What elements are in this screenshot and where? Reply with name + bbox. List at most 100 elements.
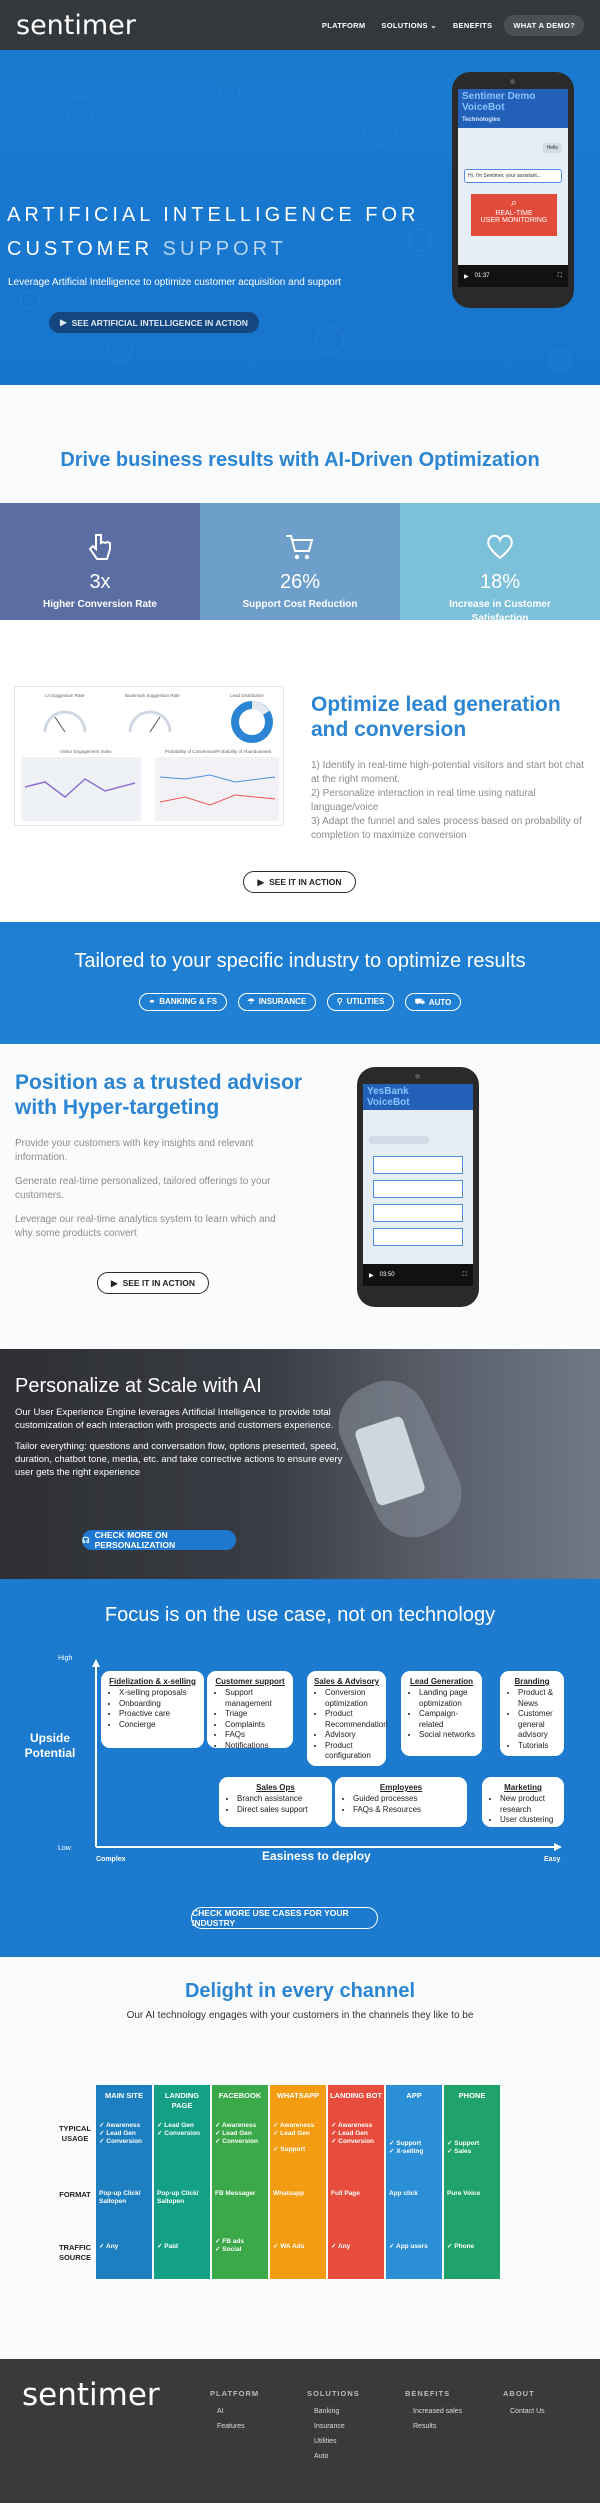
focus-cta-button[interactable]: CHECK MORE USE CASES FOR YOUR INDUSTRY: [191, 1907, 378, 1929]
fullscreen-icon[interactable]: ⛶: [463, 1272, 467, 1279]
usecase-title: Sales Ops: [256, 1783, 295, 1792]
channel-head: MAIN SITE: [105, 2091, 143, 2100]
usecase-card[interactable]: Sales Ops Branch assistanceDirect sales …: [219, 1777, 332, 1827]
channel-format: Pop-up Click/ Sallopen: [157, 2190, 199, 2205]
usecase-item: Triage: [225, 1709, 287, 1720]
video-controls[interactable]: ▶ 03:50 ⛶: [363, 1264, 473, 1286]
channel-landing-bot: LANDING BOT ✓ Awareness ✓ Lead Gen ✓ Conve…: [328, 2085, 384, 2279]
cart-icon: [286, 535, 314, 560]
advisor-p1: Provide your customers with key insights…: [15, 1138, 254, 1163]
demo-button[interactable]: WHAT A DEMO?: [504, 14, 584, 36]
x-left-label: Complex: [96, 1856, 126, 1863]
tag-label: BANKING & FS: [159, 997, 218, 1006]
offer-card: [373, 1180, 463, 1198]
channel-usage: ✓ Awareness ✓ Lead Gen ✓ Conversion: [96, 2122, 152, 2146]
usecase-title: Lead Generation: [409, 1677, 474, 1686]
usecase-card[interactable]: Branding Product & NewsCustomer general …: [500, 1671, 564, 1756]
usecase-item: Product Recommendation: [325, 1709, 388, 1730]
footer-link[interactable]: Utilities: [314, 2438, 337, 2445]
hand-pointer-icon: [88, 534, 111, 560]
usecase-item: X-selling proposals: [119, 1688, 198, 1699]
usecase-item: Tutorials: [518, 1741, 558, 1752]
nav-solutions[interactable]: SOLUTIONS ⌄: [381, 21, 436, 30]
industry-tags: ⚭ BANKING & FS ☂ INSURANCE ⚲ UTILITIES ⛟ AUT…: [0, 991, 600, 1011]
channel-facebook: FACEBOOK ✓ Awareness ✓ Lead Gen ✓ Conversi…: [212, 2085, 268, 2279]
footer-logo[interactable]: sentimer: [22, 2377, 160, 2413]
optimize-title-line2: and conversion: [311, 718, 467, 741]
phone-banner-line2: VoiceBot: [462, 102, 505, 113]
channel-usage: ✓ Awareness ✓ Lead Gen ✓ Conversion: [328, 2122, 384, 2146]
tag-auto[interactable]: ⛟ AUTO: [404, 993, 462, 1011]
usage-item: ✓ Lead Gen: [273, 2130, 310, 2137]
usecase-item: FAQs & Resources: [353, 1805, 461, 1816]
nav-platform[interactable]: PLATFORM: [322, 21, 366, 30]
site-footer: sentimer PLATFORM AI Features SOLUTIONS …: [0, 2359, 600, 2503]
personalize-text: Our User Experience Engine leverages Art…: [15, 1406, 355, 1479]
hero-cta-button[interactable]: ▶ SEE ARTIFICIAL INTELLIGENCE IN ACTION: [49, 312, 259, 333]
sentimer-logo[interactable]: sentimer: [16, 10, 136, 41]
optimize-point-2: 2) Personalize interaction in real time …: [311, 788, 536, 813]
usecase-title: Customer support: [215, 1677, 285, 1686]
advisor-p2: Generate real-time personalized, tailore…: [15, 1176, 271, 1201]
channel-traffic: ✓ Any: [99, 2243, 119, 2250]
dashboard-charts: [21, 701, 279, 821]
usecase-card[interactable]: Lead Generation Landing page optimizatio…: [401, 1671, 482, 1756]
channel-traffic: ✓ Any: [331, 2243, 351, 2250]
optimize-point-1: 1) Identify in real-time high-potential …: [311, 760, 584, 785]
stats-row: 3x Higher Conversion Rate 26% Support Co…: [0, 503, 600, 624]
usage-item: ✓ Awareness: [331, 2122, 373, 2129]
usecase-card[interactable]: Fidelization & x-selling X-selling propo…: [101, 1671, 204, 1748]
footer-link[interactable]: Insurance: [314, 2423, 345, 2430]
footer-link[interactable]: AI: [217, 2408, 224, 2415]
play-icon[interactable]: ▶: [464, 273, 469, 280]
usecase-item: Onboarding: [119, 1699, 198, 1710]
footer-link[interactable]: Contact Us: [510, 2408, 545, 2415]
usage-item: ✓ Conversion: [157, 2130, 201, 2137]
nav-benefits[interactable]: BENEFITS: [453, 21, 493, 30]
usage-item: ✓ Awareness: [99, 2122, 141, 2129]
usecase-item: Branch assistance: [237, 1794, 326, 1805]
optimize-title: Optimize lead generation and conversion: [311, 692, 561, 742]
advisor-cta-button[interactable]: ▶ SEE IT IN ACTION: [97, 1272, 209, 1294]
footer-link[interactable]: Banking: [314, 2408, 339, 2415]
personalize-cta-label: CHECK MORE ON PERSONALIZATION: [94, 1530, 176, 1550]
row-label-format: FORMAT: [59, 2190, 91, 2199]
stat-value: 26%: [279, 571, 321, 593]
hero-subtitle: Leverage Artificial Intelligence to opti…: [8, 277, 341, 288]
usecase-card[interactable]: Marketing New product researchUser clust…: [482, 1777, 564, 1827]
usecase-card[interactable]: Employees Guided processesFAQs & Resourc…: [335, 1777, 467, 1827]
usecase-item: Guided processes: [353, 1794, 461, 1805]
channel-app: APP ✓ Support ✓ X-selling App click ✓ App…: [386, 2085, 442, 2279]
personalize-cta-button[interactable]: ☊ CHECK MORE ON PERSONALIZATION: [82, 1530, 236, 1550]
y-low-label: Low: [58, 1845, 71, 1852]
channels-title: Delight in every channel: [184, 1980, 416, 2002]
fullscreen-icon[interactable]: ⛶: [558, 273, 562, 280]
channel-head: PHONE: [458, 2091, 486, 2100]
usecase-item: Complaints: [225, 1720, 287, 1731]
usecase-card[interactable]: Customer support Support managementTriag…: [207, 1671, 293, 1750]
personalize-p1: Our User Experience Engine leverages Art…: [15, 1407, 334, 1431]
channel-traffic: ✓ App users: [389, 2243, 428, 2250]
usecase-item: Notifications: [225, 1741, 287, 1752]
demo-phone: Sentimer Demo VoiceBot Technologies Hello …: [452, 72, 574, 308]
tag-utilities[interactable]: ⚲ UTILITIES: [326, 992, 395, 1011]
footer-link[interactable]: Auto: [314, 2453, 328, 2460]
hero-title-line2a: CUSTOMER: [7, 238, 154, 260]
usage-item: ✓ Support: [447, 2140, 480, 2147]
video-controls[interactable]: ▶ 01:37 ⛶: [458, 265, 568, 287]
nav-solutions-label: SOLUTIONS: [381, 20, 428, 30]
footer-link[interactable]: Results: [413, 2423, 436, 2430]
tag-insurance[interactable]: ☂ INSURANCE: [237, 992, 317, 1011]
channel-main-site: MAIN SITE ✓ Awareness ✓ Lead Gen ✓ Convers…: [96, 2085, 152, 2279]
play-icon[interactable]: ▶: [369, 1272, 374, 1279]
usecase-item: Conversion optimization: [325, 1688, 380, 1709]
usecase-card[interactable]: Sales & Advisory Conversion optimization…: [307, 1671, 388, 1766]
advisor-title-line2: with Hyper-targeting: [15, 1096, 220, 1119]
tag-banking[interactable]: ⚭ BANKING & FS: [138, 992, 228, 1011]
optimize-cta-button[interactable]: ▶ SEE IT IN ACTION: [243, 871, 356, 893]
channel-landing-page: LANDING PAGE ✓ Lead Gen ✓ Conversion Pop-…: [154, 2085, 210, 2279]
footer-link[interactable]: Increased sales: [413, 2408, 462, 2415]
footer-link[interactable]: Features: [217, 2423, 245, 2430]
channel-traffic: ✓ FB ads ✓ Social: [215, 2238, 244, 2253]
link-icon: ⚭: [148, 997, 156, 1006]
